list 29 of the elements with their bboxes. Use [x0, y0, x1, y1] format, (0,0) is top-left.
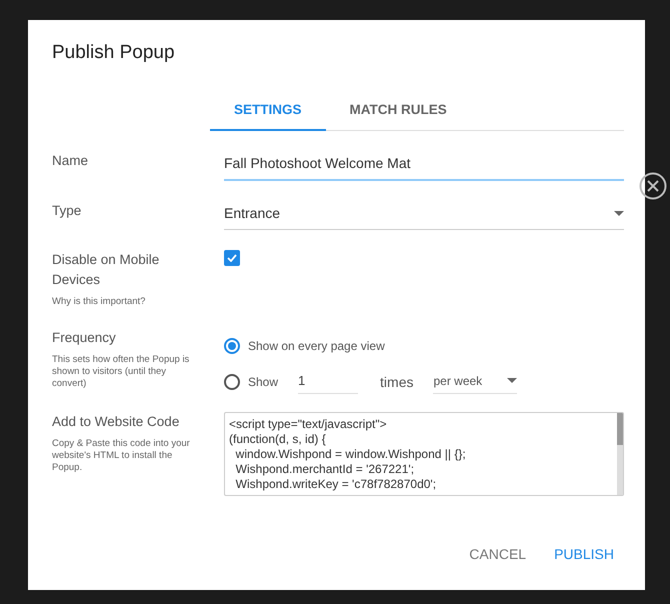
- checkmark-icon: [227, 254, 237, 262]
- field-label: Type: [52, 202, 82, 220]
- publish-button[interactable]: PUBLISH: [544, 538, 624, 570]
- tab[interactable]: SETTINGS: [210, 88, 326, 131]
- unit-label: times: [380, 374, 414, 390]
- count-field[interactable]: 1: [298, 370, 358, 394]
- field-description: Copy & Paste this code into your website's HTML to install the Popup.: [52, 438, 191, 474]
- field-label: Add to Website Code: [52, 413, 180, 431]
- close-icon[interactable]: [639, 172, 667, 200]
- type-dropdown[interactable]: Entrance: [224, 201, 624, 230]
- dialog-title: Publish Popup: [52, 42, 176, 65]
- radio-button[interactable]: [224, 338, 240, 354]
- period-dropdown[interactable]: per week: [433, 370, 518, 394]
- cancel-button[interactable]: CANCEL: [459, 538, 536, 570]
- field-label: Frequency: [52, 329, 117, 347]
- tab[interactable]: MATCH RULES: [326, 88, 471, 131]
- help-link[interactable]: Why is this important?: [52, 296, 197, 308]
- name-field[interactable]: Fall Photoshoot Welcome Mat: [224, 151, 624, 181]
- code-textarea[interactable]: <script type="text/javascript"> (function(d, s, id) { window.Wishpond = window.Wishpond || {}; Wishpond.merchantId = '267221'; Wishpond.writeKey = 'c78f782870d0';: [224, 412, 624, 496]
- checkbox[interactable]: [224, 250, 240, 266]
- radio-button[interactable]: [224, 374, 240, 390]
- caret-icon: [507, 378, 518, 383]
- field-label: Name: [52, 152, 90, 170]
- caret-icon: [614, 210, 624, 216]
- radio-label: Show: [248, 375, 278, 389]
- field-description: This sets how often the Popup is shown to visitors (until they convert): [52, 354, 190, 390]
- scrollbar[interactable]: [617, 413, 623, 495]
- field-label: Disable on Mobile Devices: [52, 251, 160, 289]
- radio-label: Show on every page view: [248, 339, 385, 353]
